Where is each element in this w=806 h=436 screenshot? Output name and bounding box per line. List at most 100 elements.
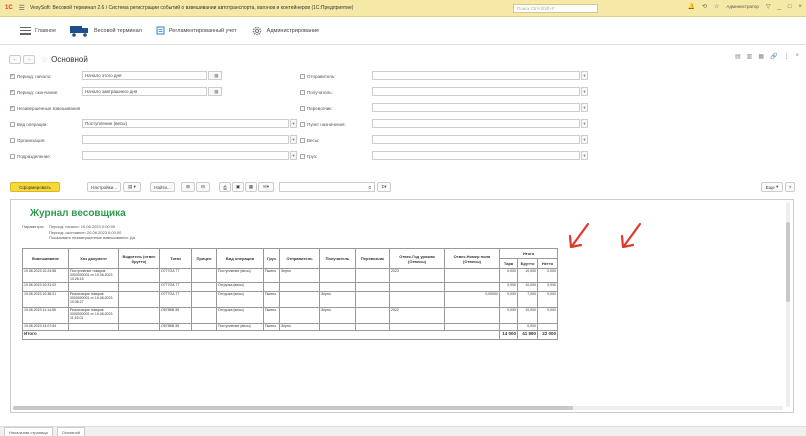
checkbox-period-end[interactable]: ✓ (10, 89, 15, 95)
sender-dropdown[interactable]: ▾ (581, 71, 588, 80)
more-button[interactable]: Еще ▾ (761, 182, 783, 192)
checkbox-carrier[interactable] (300, 105, 305, 111)
col-header[interactable]: Отвес.Номер поля (Отвесы) (444, 248, 500, 269)
period-end-picker[interactable]: · ▦ (208, 87, 222, 96)
sender-field[interactable] (372, 71, 580, 80)
col-header[interactable]: Отправитель (279, 248, 320, 269)
division-field[interactable] (82, 151, 289, 160)
col-header[interactable]: Отвес.Год урожая (Отвесы) (389, 248, 445, 269)
nav-item-terminal[interactable]: Весовой терминал (70, 24, 142, 37)
find-button[interactable]: Найти... (150, 182, 175, 192)
close-icon[interactable]: × (798, 4, 802, 10)
global-search-input[interactable]: Поиск Ctrl+Shift+F (513, 4, 598, 13)
scales-dropdown[interactable]: ▾ (581, 135, 588, 144)
col-header[interactable]: Перевозчик (355, 248, 390, 269)
favorite-star-icon[interactable]: ☆ (41, 55, 48, 64)
carrier-field[interactable] (372, 103, 580, 112)
back-button[interactable]: ← (9, 54, 21, 64)
destination-dropdown[interactable]: ▾ (581, 119, 588, 128)
table-cell[interactable]: Реализация товаров 0000000001 от 19.06.2… (68, 291, 119, 308)
help-button[interactable]: ? (785, 182, 795, 192)
receiver-field[interactable] (372, 87, 580, 96)
table-cell[interactable]: Поступление товаров 0000000001 от 19.06.… (68, 268, 119, 283)
favorites-icon[interactable]: ☆ (714, 3, 719, 10)
generate-button[interactable]: Сформировать (10, 182, 60, 192)
sum-mode-button[interactable]: Σ▾ (377, 182, 391, 192)
more-vertical-icon[interactable]: ⋮ (783, 53, 789, 60)
expand-icon[interactable]: ⊞ (181, 182, 195, 192)
col-header[interactable]: Груз (263, 248, 280, 269)
col-header[interactable]: Итого (499, 248, 558, 259)
settings-button[interactable]: Настройки... (87, 182, 121, 192)
col-header[interactable]: Хоз документ (68, 248, 119, 269)
link-icon[interactable]: 🔗 (770, 53, 777, 60)
table-row[interactable]: 19.06.2023 10:31:02 О777ОА 77 Отгрузка (ве… (22, 282, 558, 292)
subcol-header[interactable]: Брутто (517, 258, 538, 269)
checkbox-scales[interactable] (300, 137, 305, 143)
nav-item-main[interactable]: Главное (14, 26, 56, 35)
collapse-icon[interactable]: ⊟ (196, 182, 210, 192)
checkbox-cargo[interactable] (300, 153, 305, 159)
close-form-icon[interactable]: × (795, 53, 799, 60)
print-button-icon[interactable]: ⎙ (219, 182, 231, 192)
period-start-field[interactable]: Начало этого дня (82, 71, 207, 80)
checkbox-sender[interactable] (300, 73, 305, 79)
col-header[interactable]: Вид операции (216, 248, 264, 269)
table-row[interactable]: 19.06.2023 10:24:58 Поступление товаров 0… (22, 268, 558, 283)
organization-dropdown[interactable]: ▾ (290, 135, 297, 144)
horizontal-scrollbar[interactable] (13, 406, 783, 410)
table-cell[interactable]: Реализация товаров 0000000002 от 19.06.2… (68, 307, 119, 324)
minimize-icon[interactable]: _ (778, 4, 781, 10)
scales-field[interactable] (372, 135, 580, 144)
receiver-dropdown[interactable]: ▾ (581, 87, 588, 96)
col-header[interactable]: Взвешивание (22, 248, 69, 269)
period-end-field[interactable]: Начало завтрашнего дня (82, 87, 207, 96)
export-icon[interactable]: ▦ (245, 182, 257, 192)
tab-main[interactable]: Основной (56, 427, 86, 436)
print-icon[interactable]: ▥ (747, 53, 753, 60)
filter-icon[interactable]: ▽ (766, 3, 771, 10)
checkbox-period-start[interactable]: ✓ (10, 73, 15, 79)
col-header[interactable]: Прицеп (191, 248, 217, 269)
col-header[interactable]: Получатель (319, 248, 356, 269)
cargo-field[interactable] (372, 151, 580, 160)
save-report-icon[interactable]: ▣ (232, 182, 244, 192)
checkbox-destination[interactable] (300, 121, 305, 127)
tab-home[interactable]: Начальная страница (4, 427, 53, 436)
table-row[interactable]: 19.06.2023 11:14:55 Реализация товаров 00… (22, 307, 558, 324)
division-dropdown[interactable]: ▾ (290, 151, 297, 160)
table-row[interactable]: 19.06.2023 10:36:01 Реализация товаров 00… (22, 291, 558, 308)
user-name[interactable]: Администратор (726, 4, 758, 9)
nav-item-accounting[interactable]: Регламентированный учет (156, 26, 237, 35)
checkbox-receiver[interactable] (300, 89, 305, 95)
checkbox-operation[interactable] (10, 121, 15, 127)
main-menu-icon[interactable]: ☰ (19, 4, 25, 12)
table-cell[interactable] (68, 282, 119, 292)
carrier-dropdown[interactable]: ▾ (581, 103, 588, 112)
col-header[interactable]: Водитель (отвес брутто) (118, 248, 160, 269)
nav-item-admin[interactable]: Администрирование (251, 25, 319, 37)
operation-field[interactable]: Поступление (весы) (82, 119, 289, 128)
operation-dropdown[interactable]: ▾ (290, 119, 297, 128)
save-icon[interactable]: ▤ (735, 53, 741, 60)
col-header[interactable]: Тягач (159, 248, 192, 269)
vertical-scrollbar[interactable] (786, 202, 790, 407)
table-cell[interactable] (68, 323, 119, 331)
period-start-picker[interactable]: · ▦ (208, 71, 222, 80)
copy-icon[interactable]: ▦ (758, 53, 764, 60)
destination-field[interactable] (372, 119, 580, 128)
checkbox-organization[interactable] (10, 137, 15, 143)
history-icon[interactable]: ⟲ (702, 3, 707, 10)
subcol-header[interactable]: Нетто (537, 258, 558, 269)
subcol-header[interactable]: Тара (499, 258, 518, 269)
organization-field[interactable] (82, 135, 289, 144)
cargo-dropdown[interactable]: ▾ (581, 151, 588, 160)
table-row[interactable]: 19.06.2023 14:07:54 О575ВВ 55 Поступление … (22, 323, 558, 331)
variant-button[interactable]: ▤ ▾ (123, 182, 141, 192)
checkbox-incomplete[interactable]: ✓ (10, 105, 15, 111)
bell-icon[interactable]: 🔔 (688, 3, 695, 10)
email-icon[interactable]: ✉▾ (258, 182, 274, 192)
forward-button[interactable]: → (23, 54, 35, 64)
maximize-icon[interactable]: □ (788, 4, 792, 10)
checkbox-division[interactable] (10, 153, 15, 159)
